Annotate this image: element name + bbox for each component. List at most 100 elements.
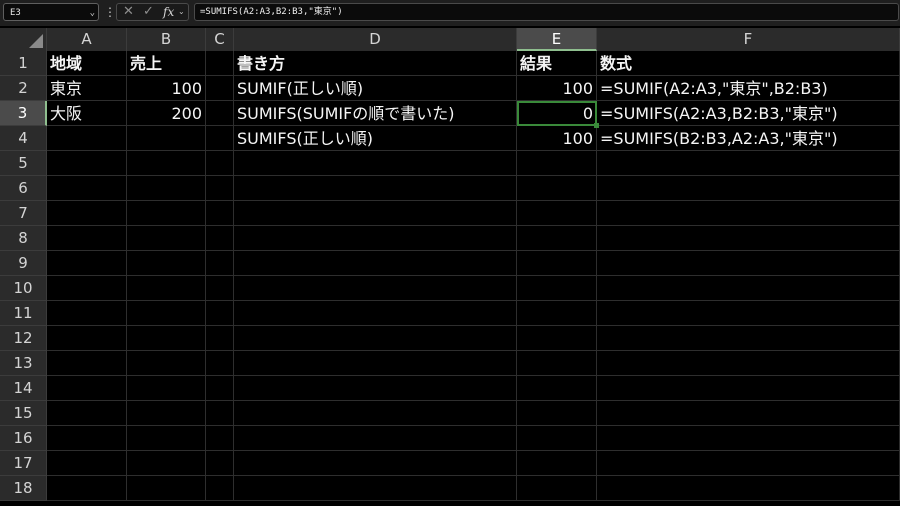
cell-f11[interactable]	[597, 301, 900, 326]
cell-c4[interactable]	[206, 126, 234, 151]
cell-c9[interactable]	[206, 251, 234, 276]
cell-c8[interactable]	[206, 226, 234, 251]
row-header-1[interactable]: 1	[0, 51, 47, 76]
column-header-c[interactable]: C	[206, 28, 234, 51]
cell-e17[interactable]	[517, 451, 597, 476]
cell-a17[interactable]	[47, 451, 127, 476]
cancel-icon[interactable]: ✕	[123, 4, 134, 20]
cell-a6[interactable]	[47, 176, 127, 201]
cell-d6[interactable]	[234, 176, 517, 201]
cell-a8[interactable]	[47, 226, 127, 251]
row-header-2[interactable]: 2	[0, 76, 47, 101]
row-header-6[interactable]: 6	[0, 176, 47, 201]
cell-f3[interactable]: =SUMIFS(A2:A3,B2:B3,"東京")	[597, 101, 900, 126]
name-box[interactable]: E3 ⌄	[3, 3, 99, 21]
cell-e7[interactable]	[517, 201, 597, 226]
cell-c18[interactable]	[206, 476, 234, 501]
cell-a5[interactable]	[47, 151, 127, 176]
cell-e9[interactable]	[517, 251, 597, 276]
column-header-f[interactable]: F	[597, 28, 900, 51]
cell-e11[interactable]	[517, 301, 597, 326]
chevron-down-icon[interactable]: ⌄	[90, 4, 95, 22]
cell-a3[interactable]: 大阪	[47, 101, 127, 126]
cell-a14[interactable]	[47, 376, 127, 401]
cell-b13[interactable]	[127, 351, 206, 376]
cell-f14[interactable]	[597, 376, 900, 401]
cell-e4[interactable]: 100	[517, 126, 597, 151]
cell-b11[interactable]	[127, 301, 206, 326]
column-header-a[interactable]: A	[47, 28, 127, 51]
cell-d12[interactable]	[234, 326, 517, 351]
row-header-18[interactable]: 18	[0, 476, 47, 501]
cell-b18[interactable]	[127, 476, 206, 501]
cell-c16[interactable]	[206, 426, 234, 451]
cell-f18[interactable]	[597, 476, 900, 501]
cell-f17[interactable]	[597, 451, 900, 476]
cell-d4[interactable]: SUMIFS(正しい順)	[234, 126, 517, 151]
cell-d2[interactable]: SUMIF(正しい順)	[234, 76, 517, 101]
cell-e13[interactable]	[517, 351, 597, 376]
cell-f9[interactable]	[597, 251, 900, 276]
cell-f5[interactable]	[597, 151, 900, 176]
cell-e5[interactable]	[517, 151, 597, 176]
cell-f13[interactable]	[597, 351, 900, 376]
cell-c17[interactable]	[206, 451, 234, 476]
cell-c1[interactable]	[206, 51, 234, 76]
fill-handle[interactable]	[594, 123, 599, 128]
cell-d8[interactable]	[234, 226, 517, 251]
cell-e10[interactable]	[517, 276, 597, 301]
cell-a1[interactable]: 地域	[47, 51, 127, 76]
cell-a10[interactable]	[47, 276, 127, 301]
formula-input[interactable]: =SUMIFS(A2:A3,B2:B3,"東京")	[194, 3, 899, 21]
cell-b2[interactable]: 100	[127, 76, 206, 101]
cell-c5[interactable]	[206, 151, 234, 176]
cell-a7[interactable]	[47, 201, 127, 226]
cell-b4[interactable]	[127, 126, 206, 151]
cell-d5[interactable]	[234, 151, 517, 176]
row-header-10[interactable]: 10	[0, 276, 47, 301]
cell-a9[interactable]	[47, 251, 127, 276]
row-header-5[interactable]: 5	[0, 151, 47, 176]
cell-b14[interactable]	[127, 376, 206, 401]
cell-d1[interactable]: 書き方	[234, 51, 517, 76]
cell-b15[interactable]	[127, 401, 206, 426]
cell-a16[interactable]	[47, 426, 127, 451]
cell-b1[interactable]: 売上	[127, 51, 206, 76]
cell-d17[interactable]	[234, 451, 517, 476]
chevron-down-icon[interactable]: ⌄	[178, 4, 185, 20]
row-header-4[interactable]: 4	[0, 126, 47, 151]
cell-e8[interactable]	[517, 226, 597, 251]
row-header-11[interactable]: 11	[0, 301, 47, 326]
cell-c13[interactable]	[206, 351, 234, 376]
cell-d14[interactable]	[234, 376, 517, 401]
select-all-corner[interactable]	[0, 28, 47, 51]
cell-f12[interactable]	[597, 326, 900, 351]
cell-c7[interactable]	[206, 201, 234, 226]
row-header-8[interactable]: 8	[0, 226, 47, 251]
row-header-3[interactable]: 3	[0, 101, 47, 126]
cell-c15[interactable]	[206, 401, 234, 426]
cell-e3[interactable]: 0	[517, 101, 597, 126]
cell-c10[interactable]	[206, 276, 234, 301]
cell-c12[interactable]	[206, 326, 234, 351]
cell-f10[interactable]	[597, 276, 900, 301]
row-header-15[interactable]: 15	[0, 401, 47, 426]
more-options-icon[interactable]: ⋮	[104, 4, 116, 20]
cell-a18[interactable]	[47, 476, 127, 501]
cell-d18[interactable]	[234, 476, 517, 501]
cell-a4[interactable]	[47, 126, 127, 151]
row-header-16[interactable]: 16	[0, 426, 47, 451]
cell-b6[interactable]	[127, 176, 206, 201]
cell-e14[interactable]	[517, 376, 597, 401]
row-header-14[interactable]: 14	[0, 376, 47, 401]
row-header-17[interactable]: 17	[0, 451, 47, 476]
cell-d15[interactable]	[234, 401, 517, 426]
cell-c2[interactable]	[206, 76, 234, 101]
cell-d13[interactable]	[234, 351, 517, 376]
cell-d11[interactable]	[234, 301, 517, 326]
cell-f2[interactable]: =SUMIF(A2:A3,"東京",B2:B3)	[597, 76, 900, 101]
insert-function-icon[interactable]: fx	[163, 4, 174, 20]
cell-f4[interactable]: =SUMIFS(B2:B3,A2:A3,"東京")	[597, 126, 900, 151]
cell-e1[interactable]: 結果	[517, 51, 597, 76]
cell-e6[interactable]	[517, 176, 597, 201]
